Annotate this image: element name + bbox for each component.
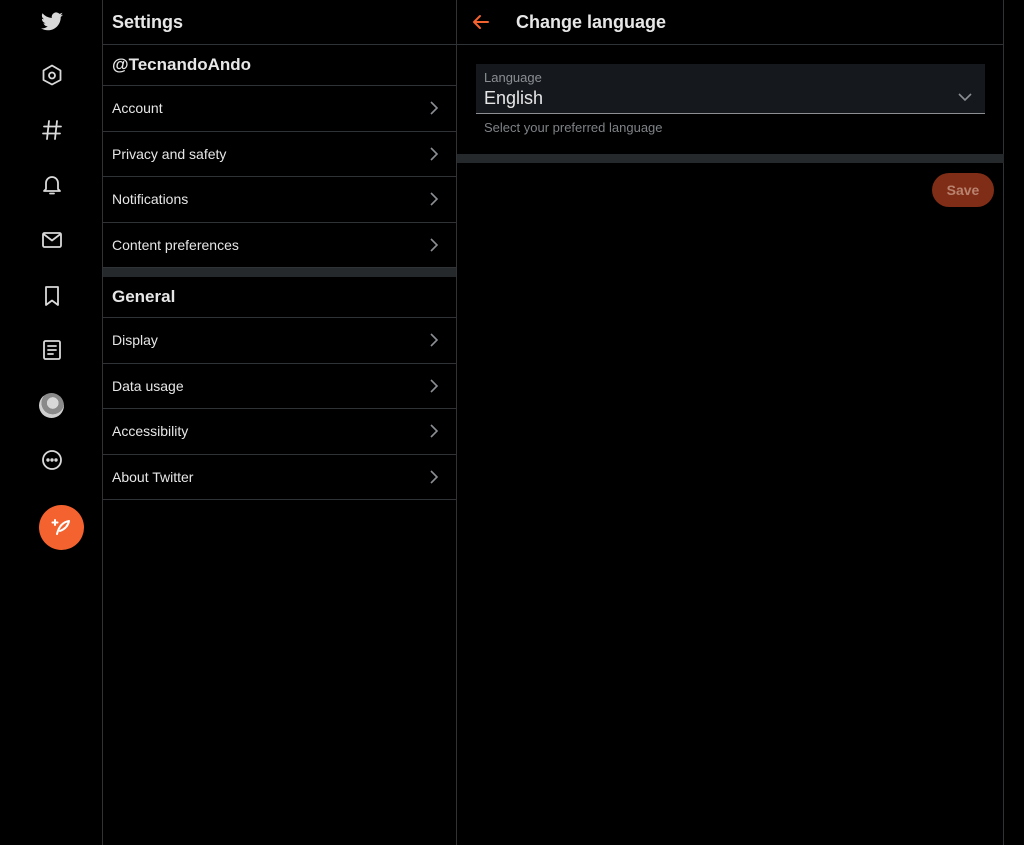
settings-item-notifications[interactable]: Notifications [103, 177, 456, 223]
settings-item-privacy-and-safety[interactable]: Privacy and safety [103, 132, 456, 177]
settings-item-data-usage[interactable]: Data usage [103, 364, 456, 409]
chevron-right-icon [430, 470, 439, 484]
settings-item-label: Display [112, 332, 158, 349]
language-help-text: Select your preferred language [484, 120, 663, 135]
chevron-right-icon [430, 101, 439, 115]
chevron-right-icon [430, 424, 439, 438]
settings-panel: Settings @TecnandoAndo Account Privacy a… [103, 0, 457, 845]
settings-item-label: About Twitter [112, 468, 194, 485]
page-header: Change language [457, 0, 1003, 45]
language-select-label: Language [484, 70, 542, 85]
settings-item-accessibility[interactable]: Accessibility [103, 409, 456, 455]
settings-item-label: Privacy and safety [112, 145, 227, 162]
list-icon[interactable] [0, 330, 103, 370]
chevron-right-icon [430, 379, 439, 393]
settings-item-label: Notifications [112, 191, 189, 208]
avatar-button[interactable] [0, 385, 103, 425]
chevron-right-icon [430, 147, 439, 161]
compose-icon [51, 518, 70, 535]
compose-tweet-button[interactable] [39, 505, 84, 550]
settings-item-label: Data usage [112, 377, 184, 394]
bookmark-icon[interactable] [0, 276, 103, 316]
mail-icon[interactable] [0, 220, 103, 260]
back-arrow-icon [473, 15, 489, 29]
section-divider [103, 268, 456, 277]
change-language-panel: Change language Language English Select … [457, 0, 1004, 845]
chevron-right-icon [430, 192, 439, 206]
avatar [39, 392, 64, 418]
settings-item-label: Accessibility [112, 423, 189, 440]
language-select-value: English [484, 88, 544, 108]
account-handle: @TecnandoAndo [103, 45, 456, 86]
settings-title: Settings [103, 0, 456, 45]
settings-item-display[interactable]: Display [103, 318, 456, 364]
page-title: Change language [516, 11, 667, 32]
settings-item-content-preferences[interactable]: Content preferences [103, 223, 456, 268]
more-icon[interactable] [0, 440, 103, 480]
settings-item-label: Account [112, 100, 163, 117]
section-title-general: General [103, 277, 456, 318]
chevron-right-icon [430, 238, 439, 252]
settings-item-account[interactable]: Account [103, 86, 456, 132]
chevron-down-icon [958, 93, 972, 102]
save-button[interactable]: Save [932, 173, 994, 207]
section-divider [457, 154, 1004, 163]
hashtag-icon[interactable] [0, 110, 103, 150]
settings-item-about-twitter[interactable]: About Twitter [103, 455, 456, 500]
chevron-right-icon [430, 333, 439, 347]
back-button[interactable] [457, 0, 505, 45]
home-icon[interactable] [0, 55, 103, 95]
twitter-logo-icon[interactable] [0, 2, 103, 42]
bell-icon[interactable] [0, 165, 103, 205]
language-select[interactable]: Language English [476, 64, 985, 114]
settings-item-label: Content preferences [112, 236, 239, 253]
nav-rail [0, 0, 103, 845]
